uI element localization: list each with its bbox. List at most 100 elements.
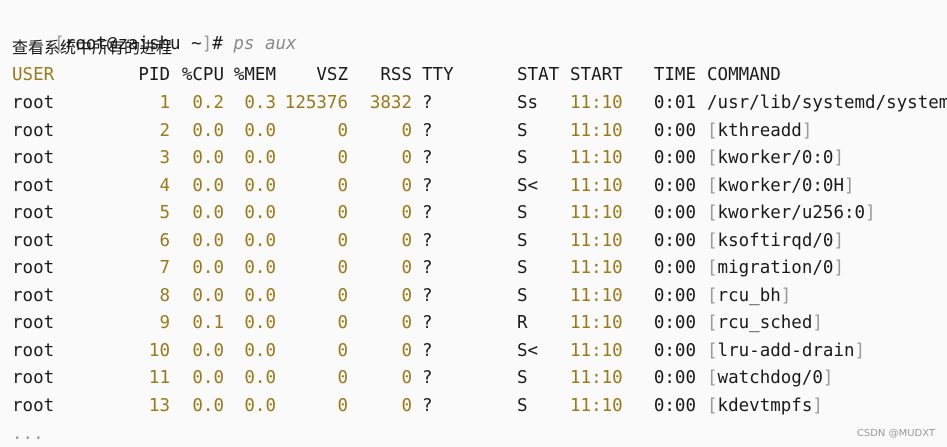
cell-time: 0:00 <box>653 395 696 416</box>
table-row: root 9 0.1 0.0 0 0? R 11:10 0:00 [rcu_sched] <box>0 311 947 335</box>
header-tty: TTY <box>422 65 454 85</box>
cell-user: root <box>12 340 55 361</box>
cell-user: root <box>12 120 55 141</box>
command-text: migration/0 <box>717 258 834 278</box>
cell-vsz: 0 <box>337 203 348 223</box>
cell-vsz: 0 <box>337 230 348 251</box>
command-text: kthreadd <box>717 120 802 141</box>
cell-vsz: 0 <box>337 368 348 388</box>
cell-time: 0:00 <box>653 230 696 251</box>
cell-tty: ? <box>422 93 433 113</box>
header-cpu: %CPU <box>181 65 224 85</box>
table-row: root 4 0.0 0.0 0 0? S< 11:10 0:00 [kworker/0:0H] <box>0 174 947 198</box>
cell-stat: S <box>517 368 528 388</box>
command-bracket-open: [ <box>707 368 718 388</box>
cell-start: 11:10 <box>570 230 623 251</box>
header-pid: PID <box>138 65 170 85</box>
command-bracket-close: ] <box>854 340 866 361</box>
command-bracket-close: ] <box>780 285 792 306</box>
cell-cpu: 0.0 <box>192 285 224 306</box>
cell-mem: 0.0 <box>244 395 276 416</box>
cell-cpu: 0.0 <box>192 340 224 361</box>
cell-pid: 8 <box>159 285 170 306</box>
cell-command: [kworker/0:0H] <box>707 174 855 198</box>
cell-user: root <box>12 258 55 278</box>
command-text: lru-add-drain <box>717 340 855 361</box>
cell-vsz: 0 <box>337 120 348 141</box>
cell-rss: 0 <box>401 313 412 333</box>
command-bracket-open: [ <box>707 313 718 333</box>
cell-start: 11:10 <box>570 203 623 223</box>
cell-pid: 4 <box>159 175 170 196</box>
cell-pid: 2 <box>159 120 170 141</box>
cell-user: root <box>12 93 55 113</box>
cell-rss: 0 <box>401 175 412 196</box>
command-bracket-close: ] <box>843 175 855 196</box>
cell-tty: ? <box>422 203 433 223</box>
cell-user: root <box>12 395 55 416</box>
cell-cpu: 0.1 <box>192 313 224 333</box>
cell-mem: 0.0 <box>244 285 276 306</box>
note-line: 查看系统中所有的进程 <box>12 38 173 57</box>
cell-mem: 0.0 <box>244 175 276 196</box>
cell-rss: 0 <box>401 148 412 168</box>
cell-mem: 0.0 <box>244 148 276 168</box>
cell-mem: 0.0 <box>244 340 276 361</box>
command-bracket-close: ] <box>865 203 876 223</box>
header-time: TIME <box>653 65 696 85</box>
cell-start: 11:10 <box>570 340 623 361</box>
command-bracket-close: ] <box>812 395 823 416</box>
cell-cpu: 0.0 <box>192 203 224 223</box>
cell-start: 11:10 <box>570 285 623 306</box>
command-text: rcu_sched <box>717 313 813 333</box>
header-start: START <box>570 65 623 85</box>
cell-start: 11:10 <box>570 258 623 278</box>
cell-pid: 13 <box>148 395 170 416</box>
cell-command: [kworker/0:0] <box>707 146 844 170</box>
command-bracket-close: ] <box>822 368 834 388</box>
cell-pid: 7 <box>159 258 170 278</box>
table-row: root 10 0.0 0.0 0 0? S< 11:10 0:00 [lru-add-drain… <box>0 339 947 363</box>
cell-user: root <box>12 285 55 306</box>
cell-start: 11:10 <box>570 313 623 333</box>
cell-stat: S <box>517 395 528 416</box>
cell-start: 11:10 <box>570 148 623 168</box>
cell-mem: 0.0 <box>244 203 276 223</box>
cell-tty: ? <box>422 258 433 278</box>
table-row: root 3 0.0 0.0 0 0? S 11:10 0:00 [kworker/0:0] <box>0 146 947 170</box>
cell-start: 11:10 <box>570 175 623 196</box>
ellipsis: ... <box>12 424 44 444</box>
command-text: rcu_bh <box>717 285 781 306</box>
prompt-line: [root@zaishu ~]# ps aux <box>12 8 296 54</box>
cell-time: 0:00 <box>653 285 696 306</box>
cell-user: root <box>12 203 55 223</box>
prompt-symbol: # <box>212 34 223 54</box>
command-bracket-close: ] <box>812 313 823 333</box>
cell-vsz: 0 <box>337 340 348 361</box>
cell-tty: ? <box>422 285 433 306</box>
cell-cpu: 0.0 <box>192 120 224 141</box>
cell-rss: 0 <box>401 285 412 306</box>
table-row: root 1 0.2 0.3 125376 3832? Ss 11:10 0:01/usr/li… <box>0 91 947 115</box>
cell-mem: 0.3 <box>244 93 276 113</box>
prompt-cwd: ~ <box>191 34 202 54</box>
command-text: kworker/u256:0 <box>717 203 866 223</box>
cell-command: /usr/lib/systemd/systemd <box>707 93 947 113</box>
cell-time: 0:00 <box>653 313 696 333</box>
cell-time: 0:00 <box>653 175 696 196</box>
cell-command: [migration/0] <box>707 256 844 280</box>
cell-rss: 0 <box>401 340 412 361</box>
header-stat: STAT <box>517 65 560 85</box>
table-header: USER PID %CPU %MEM VSZ RSS TTY STAT STAR… <box>0 63 947 87</box>
command-text: kworker/0:0H <box>717 175 844 196</box>
cell-tty: ? <box>422 120 433 141</box>
cell-start: 11:10 <box>570 395 623 416</box>
table-row: root 13 0.0 0.0 0 0? S 11:10 0:00 [kdevtmpfs] <box>0 394 947 418</box>
cell-cpu: 0.0 <box>192 175 224 196</box>
cell-vsz: 125376 <box>284 93 348 113</box>
cell-rss: 0 <box>401 120 412 141</box>
cell-stat: S< <box>517 175 539 196</box>
cell-cpu: 0.0 <box>192 395 224 416</box>
cell-cpu: 0.2 <box>192 93 224 113</box>
cell-mem: 0.0 <box>244 258 276 278</box>
